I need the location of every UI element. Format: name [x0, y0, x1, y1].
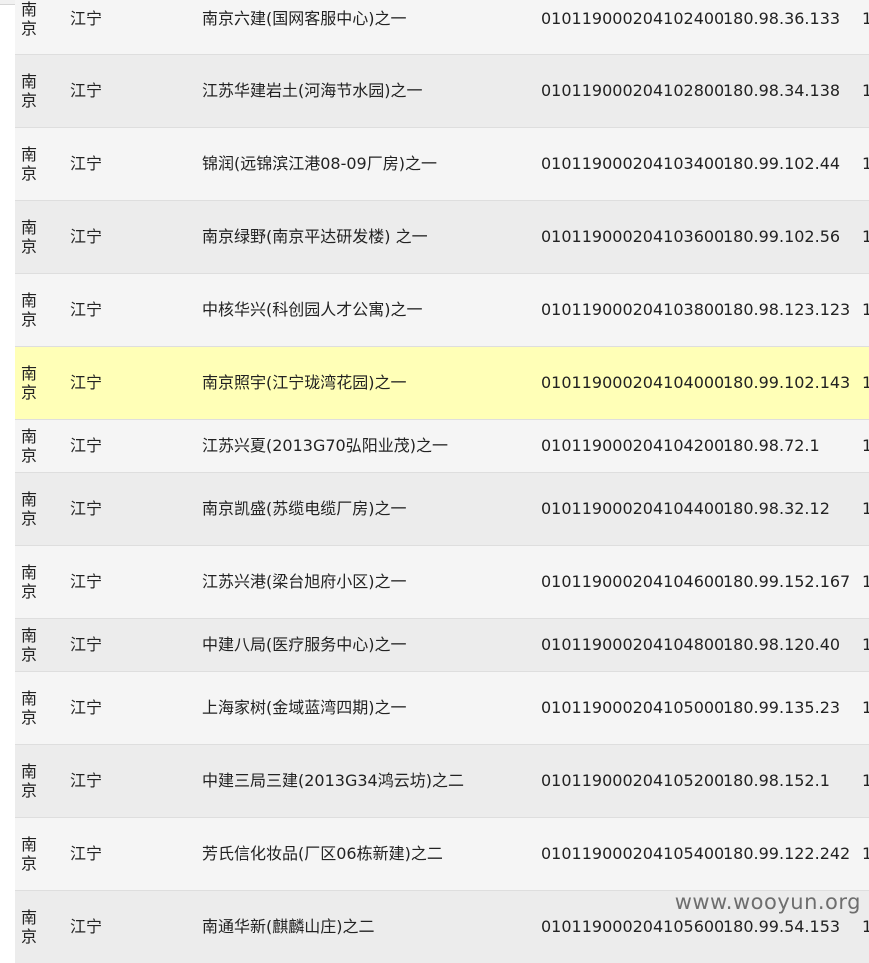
cell-id: 010119000204105200	[541, 771, 725, 790]
table-row: 南京 江宁 中建八局(医疗服务中心)之一 010119000204104800 180.…	[15, 618, 869, 671]
cell-ip: 180.98.120.40	[723, 635, 841, 654]
cell-extra: 1	[862, 572, 869, 591]
cell-extra: 1	[862, 499, 869, 518]
table-row: 南京 江宁 江苏兴夏(2013G70弘阳业茂)之一 01011900020410420…	[15, 419, 869, 472]
cell-city: 南京	[21, 762, 38, 800]
table-row: 南京 江宁 江苏华建岩土(河海节水园)之一 010119000204102800 180…	[15, 54, 869, 127]
table-row: 南京 江宁 锦润(远锦滨江港08-09厂房)之一 010119000204103400…	[15, 127, 869, 200]
cell-name: 南京六建(国网客服中心)之一	[202, 8, 407, 28]
cell-city: 南京	[21, 563, 38, 601]
cell-name: 中建三局三建(2013G34鸿云坊)之二	[202, 771, 464, 790]
cell-name: 南京绿野(南京平达研发楼) 之一	[202, 227, 428, 246]
cell-name: 锦润(远锦滨江港08-09厂房)之一	[202, 154, 437, 173]
cell-ip: 180.99.102.44	[723, 154, 841, 173]
cell-district: 江宁	[70, 698, 103, 717]
cell-extra: 1	[862, 227, 869, 246]
cell-city: 南京	[21, 218, 38, 256]
cell-city: 南京	[21, 0, 38, 38]
cell-ip: 180.99.135.23	[723, 698, 841, 717]
cell-id: 010119000204104000	[541, 373, 725, 392]
table-row: 南京 江宁 芳氏信化妆品(厂区06栋新建)之二 010119000204105400 1…	[15, 817, 869, 890]
cell-city: 南京	[21, 145, 38, 183]
cell-name: 南京凯盛(苏缆电缆厂房)之一	[202, 499, 407, 518]
cell-extra: 1	[862, 436, 869, 455]
cell-extra: 1	[862, 373, 869, 392]
cell-extra: 1	[862, 300, 869, 319]
cell-ip: 180.98.123.123	[723, 300, 851, 319]
cell-extra: 1	[862, 917, 869, 936]
table-row: 南京 江宁 南京照宇(江宁珑湾花园)之一 010119000204104000 180.…	[15, 346, 869, 419]
cell-extra: 1	[862, 8, 869, 28]
cell-id: 010119000204103600	[541, 227, 725, 246]
cell-district: 江宁	[70, 300, 103, 319]
cell-ip: 180.99.102.143	[723, 373, 851, 392]
cell-ip: 180.99.152.167	[723, 572, 851, 591]
cell-ip: 180.99.54.153	[723, 917, 841, 936]
cell-id: 010119000204104200	[541, 436, 725, 455]
cell-id: 010119000204103800	[541, 300, 725, 319]
cell-name: 江苏华建岩土(河海节水园)之一	[202, 81, 423, 100]
cell-name: 中核华兴(科创园人才公寓)之一	[202, 300, 423, 319]
cell-id: 010119000204104800	[541, 635, 725, 654]
cell-name: 江苏兴夏(2013G70弘阳业茂)之一	[202, 436, 448, 455]
cell-ip: 180.98.32.12	[723, 499, 830, 518]
cell-name: 南通华新(麒麟山庄)之二	[202, 917, 375, 936]
cell-extra: 1	[862, 844, 869, 863]
cell-name: 江苏兴港(梁台旭府小区)之一	[202, 572, 407, 591]
cell-district: 江宁	[70, 844, 103, 863]
cell-city: 南京	[21, 689, 38, 727]
cell-district: 江宁	[70, 8, 103, 28]
cell-district: 江宁	[70, 635, 103, 654]
cell-id: 010119000204105000	[541, 698, 725, 717]
table-row: 南京 江宁 南京六建(国网客服中心)之一 010119000204102400 180.…	[15, 0, 869, 54]
cell-district: 江宁	[70, 154, 103, 173]
cell-district: 江宁	[70, 499, 103, 518]
cell-id: 010119000204105600	[541, 917, 725, 936]
cell-name: 南京照宇(江宁珑湾花园)之一	[202, 373, 407, 392]
table-row: 南京 江宁 中核华兴(科创园人才公寓)之一 010119000204103800 180…	[15, 273, 869, 346]
table-row: 南京 江宁 江苏兴港(梁台旭府小区)之一 010119000204104600 180.…	[15, 545, 869, 618]
cell-id: 010119000204102800	[541, 81, 725, 100]
cell-id: 010119000204103400	[541, 154, 725, 173]
cell-city: 南京	[21, 427, 38, 465]
cell-extra: 1	[862, 698, 869, 717]
cell-extra: 1	[862, 771, 869, 790]
cell-extra: 1	[862, 81, 869, 100]
cell-ip: 180.98.36.133	[723, 8, 841, 28]
cell-city: 南京	[21, 364, 38, 402]
cell-ip: 180.99.102.56	[723, 227, 841, 246]
cell-district: 江宁	[70, 771, 103, 790]
watermark: www.wooyun.org	[674, 890, 861, 914]
table-row: 南京 江宁 南京凯盛(苏缆电缆厂房)之一 010119000204104400 180.…	[15, 472, 869, 545]
cell-name: 中建八局(医疗服务中心)之一	[202, 635, 407, 654]
cell-city: 南京	[21, 908, 38, 946]
cell-district: 江宁	[70, 436, 103, 455]
cell-extra: 1	[862, 154, 869, 173]
cell-ip: 180.99.122.242	[723, 844, 851, 863]
cell-city: 南京	[21, 72, 38, 110]
cell-id: 010119000204102400	[541, 8, 725, 28]
table-row: 南京 江宁 上海家树(金域蓝湾四期)之一 010119000204105000 180.…	[15, 671, 869, 744]
table-row: 南京 江宁 南京绿野(南京平达研发楼) 之一 010119000204103600 18…	[15, 200, 869, 273]
cell-ip: 180.98.72.1	[723, 436, 820, 455]
cell-city: 南京	[21, 490, 38, 528]
cell-ip: 180.98.152.1	[723, 771, 830, 790]
cell-district: 江宁	[70, 572, 103, 591]
cell-extra: 1	[862, 635, 869, 654]
cell-district: 江宁	[70, 373, 103, 392]
cell-district: 江宁	[70, 81, 103, 100]
cell-district: 江宁	[70, 227, 103, 246]
cell-id: 010119000204105400	[541, 844, 725, 863]
cell-city: 南京	[21, 626, 38, 664]
cell-ip: 180.98.34.138	[723, 81, 841, 100]
cell-id: 010119000204104400	[541, 499, 725, 518]
cell-city: 南京	[21, 835, 38, 873]
cell-name: 上海家树(金域蓝湾四期)之一	[202, 698, 407, 717]
cell-id: 010119000204104600	[541, 572, 725, 591]
cell-name: 芳氏信化妆品(厂区06栋新建)之二	[202, 844, 443, 863]
cell-city: 南京	[21, 291, 38, 329]
table-row: 南京 江宁 中建三局三建(2013G34鸿云坊)之二 0101190002041052…	[15, 744, 869, 817]
cell-district: 江宁	[70, 917, 103, 936]
